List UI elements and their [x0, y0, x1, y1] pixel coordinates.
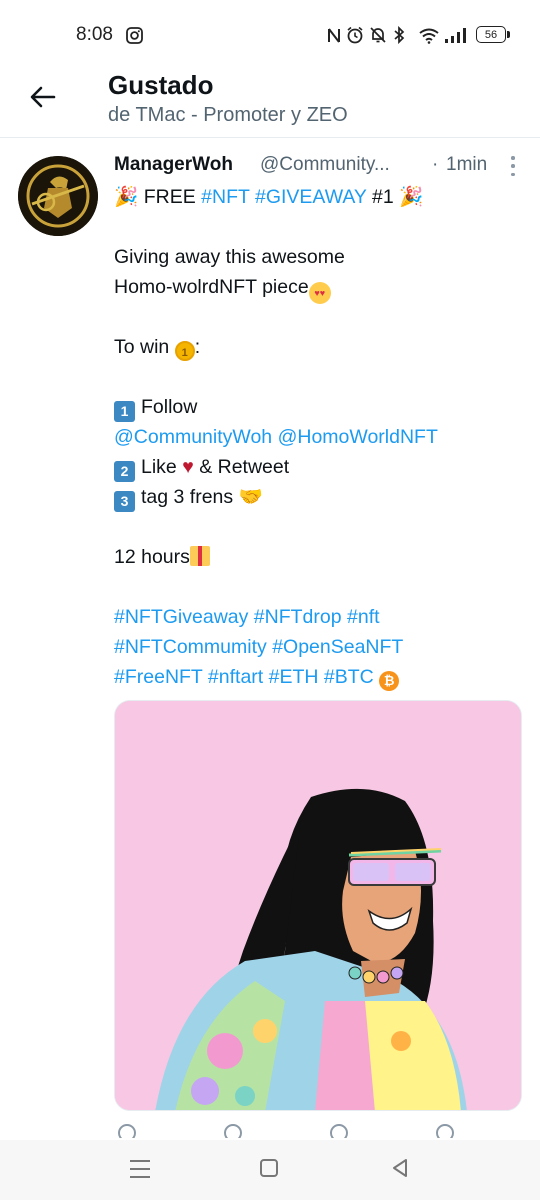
tweet-line: #NFTCommumity #OpenSeaNFT — [114, 632, 524, 662]
handshake-icon: 🤝 — [238, 485, 263, 508]
heart-icon: ♥ — [182, 456, 194, 478]
mention-communitywoh[interactable]: @CommunityWoh — [114, 426, 272, 448]
tweet-line: To win 1: — [114, 332, 524, 362]
tweet-line: 1 Follow — [114, 392, 524, 422]
text-piece: Homo-wolrdNFT piece — [114, 276, 309, 298]
like-icon[interactable] — [330, 1124, 348, 1138]
tweet-line: 3 tag 3 frens 🤝 — [114, 482, 524, 512]
tweet-line: #FreeNFT #nftart #ETH #BTC ₿ — [114, 662, 524, 692]
system-nav-bar — [0, 1140, 540, 1200]
arrow-left-icon — [30, 86, 56, 108]
hashtag-nft-lower[interactable]: #nft — [347, 606, 380, 628]
mention-homoworldnft[interactable]: @HomoWorldNFT — [278, 426, 438, 448]
tweet-time[interactable]: 1min — [446, 154, 487, 176]
author-handle[interactable]: @Community... — [260, 154, 410, 176]
tweet-line: Giving away this awesome — [114, 246, 345, 268]
separator-dot: · — [432, 154, 439, 175]
tweet-line: #NFTGiveaway #NFTdrop #nft — [114, 602, 524, 632]
signal-icon — [444, 26, 468, 44]
tweet-actions — [114, 1124, 474, 1138]
page-title: Gustado — [108, 70, 214, 100]
hashtag-btc[interactable]: #BTC — [324, 666, 374, 688]
mute-bell-icon — [370, 26, 386, 44]
tweet-line: 2 Like ♥ & Retweet — [114, 452, 524, 482]
text-like: Like — [141, 456, 177, 478]
tweet-media-image[interactable] — [114, 700, 522, 1111]
text-duration: 12 hours — [114, 546, 190, 568]
tweet-text: 🎉 FREE #NFT #GIVEAWAY #1 🎉 Giving away t… — [114, 182, 524, 692]
text-retweet: & Retweet — [199, 456, 290, 478]
tweet-header: ManagerWoh @Community... · 1min — [114, 154, 524, 182]
page-subtitle: de TMac - Promoter y ZEO — [108, 104, 348, 126]
text-follow: Follow — [141, 396, 198, 418]
wifi-icon — [418, 26, 440, 44]
tweet-line: 🎉 FREE #NFT #GIVEAWAY #1 🎉 — [114, 182, 524, 212]
avatar[interactable] — [18, 156, 98, 236]
tweet-line: 12 hours — [114, 542, 524, 572]
text-number: #1 — [366, 186, 394, 208]
tweet-line: @CommunityWoh @HomoWorldNFT — [114, 422, 524, 452]
gift-icon — [189, 546, 210, 566]
text-to-win: To win — [114, 336, 170, 358]
reply-icon[interactable] — [118, 1124, 136, 1138]
hashtag-freenft[interactable]: #FreeNFT — [114, 666, 203, 688]
keycap-three-icon: 3 — [114, 491, 135, 512]
back-button[interactable] — [26, 80, 60, 114]
recent-apps-icon[interactable] — [130, 1160, 150, 1178]
app-header: Gustado de TMac - Promoter y ZEO — [0, 62, 540, 138]
more-options-icon[interactable] — [508, 156, 518, 176]
home-icon[interactable] — [260, 1159, 278, 1177]
nft-character-illustration — [115, 701, 521, 1110]
hashtag-nftart[interactable]: #nftart — [208, 666, 263, 688]
heart-eyes-icon: ♥♥ — [308, 282, 331, 304]
bitcoin-icon: ₿ — [379, 671, 400, 691]
text-tag: tag 3 frens — [141, 486, 234, 508]
tweet-line: Homo-wolrdNFT piece ♥♥ — [114, 272, 524, 304]
hashtag-nftdrop[interactable]: #NFTdrop — [254, 606, 342, 628]
hashtag-giveaway[interactable]: #GIVEAWAY — [255, 186, 367, 208]
text-free: FREE — [143, 186, 202, 208]
share-icon[interactable] — [436, 1124, 454, 1138]
hashtag-nft[interactable]: #NFT — [201, 186, 249, 208]
instagram-icon — [124, 26, 144, 44]
spartan-logo — [18, 156, 98, 236]
nfc-icon — [326, 26, 342, 44]
party-popper-icon: 🎉 — [114, 185, 139, 208]
hashtag-nftgiveaway[interactable]: #NFTGiveaway — [114, 606, 248, 628]
hashtag-openseanft[interactable]: #OpenSeaNFT — [272, 636, 403, 658]
back-triangle-icon[interactable] — [388, 1156, 412, 1180]
hashtag-nftcommumity[interactable]: #NFTCommumity — [114, 636, 267, 658]
alarm-icon — [346, 26, 364, 44]
hashtag-eth[interactable]: #ETH — [269, 666, 319, 688]
bluetooth-icon — [392, 26, 406, 44]
text-colon: : — [194, 336, 201, 358]
retweet-icon[interactable] — [224, 1124, 242, 1138]
keycap-one-icon: 1 — [114, 401, 135, 422]
battery-icon: 56 — [476, 26, 510, 43]
keycap-two-icon: 2 — [114, 461, 135, 482]
medal-icon: 1 — [174, 341, 195, 361]
status-time: 8:08 — [76, 24, 113, 45]
author-name[interactable]: ManagerWoh — [114, 154, 233, 176]
party-popper-icon: 🎉 — [399, 185, 424, 208]
status-bar: 8:08 56 — [0, 0, 540, 70]
